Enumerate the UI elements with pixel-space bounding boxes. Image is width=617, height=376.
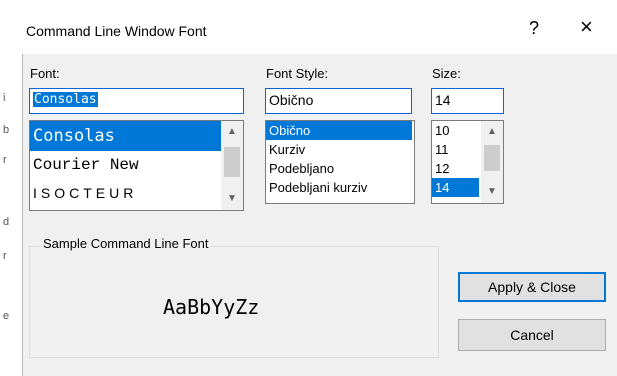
sample-group-label: Sample Command Line Font (40, 236, 212, 251)
size-input[interactable]: 14 (431, 88, 504, 114)
style-option-kurziv[interactable]: Kurziv (266, 140, 414, 159)
help-button[interactable]: ? (529, 18, 539, 39)
close-button[interactable]: × (580, 16, 593, 38)
font-style-input-value: Obično (269, 92, 314, 108)
dialog-title: Command Line Window Font (26, 23, 207, 39)
font-input[interactable]: Consolas (29, 88, 244, 114)
font-label: Font: (30, 66, 60, 81)
size-listbox[interactable]: 10 11 12 14 ▲ ▼ (431, 120, 504, 204)
font-option-courier-new[interactable]: Courier New (30, 151, 243, 179)
background-text: r (3, 250, 7, 262)
font-input-value: Consolas (33, 92, 98, 107)
chevron-up-icon[interactable]: ▲ (481, 121, 503, 143)
font-style-listbox[interactable]: Obično Kurziv Podebljano Podebljani kurz… (265, 120, 415, 204)
font-listbox[interactable]: Consolas Courier New ISOCTEUR ▲ ▼ (29, 120, 244, 211)
font-option-consolas[interactable]: Consolas (30, 121, 221, 151)
chevron-down-icon[interactable]: ▼ (481, 181, 503, 203)
font-style-label: Font Style: (266, 66, 329, 81)
sample-text: AaBbYyZz (163, 295, 260, 319)
size-option-selected[interactable]: 14 (432, 178, 479, 197)
size-list-scrollbar[interactable]: ▲ ▼ (481, 121, 503, 203)
cancel-button[interactable]: Cancel (458, 319, 606, 351)
scrollbar-thumb[interactable] (224, 147, 240, 177)
background-text: i (3, 92, 6, 104)
background-text: e (3, 310, 10, 322)
font-option-isocteur[interactable]: ISOCTEUR (30, 179, 243, 207)
background-window-edge: i b r d r e (0, 54, 23, 376)
chevron-down-icon[interactable]: ▼ (221, 188, 243, 210)
background-text: r (3, 154, 7, 166)
font-dialog: Command Line Window Font ? × i b r d r e… (0, 0, 617, 376)
style-option-podebljani-kurziv[interactable]: Podebljani kurziv (266, 178, 414, 197)
size-label: Size: (432, 66, 461, 81)
font-list-scrollbar[interactable]: ▲ ▼ (221, 121, 243, 210)
chevron-up-icon[interactable]: ▲ (221, 121, 243, 143)
size-input-value: 14 (435, 92, 451, 108)
background-text: d (3, 216, 10, 228)
style-option-podebljano[interactable]: Podebljano (266, 159, 414, 178)
apply-close-button[interactable]: Apply & Close (458, 272, 606, 302)
background-text: b (3, 124, 10, 136)
title-bar: Command Line Window Font ? × (0, 0, 617, 54)
font-style-input[interactable]: Obično (265, 88, 412, 114)
scrollbar-thumb[interactable] (484, 145, 500, 171)
style-option-obicno[interactable]: Obično (266, 121, 412, 140)
